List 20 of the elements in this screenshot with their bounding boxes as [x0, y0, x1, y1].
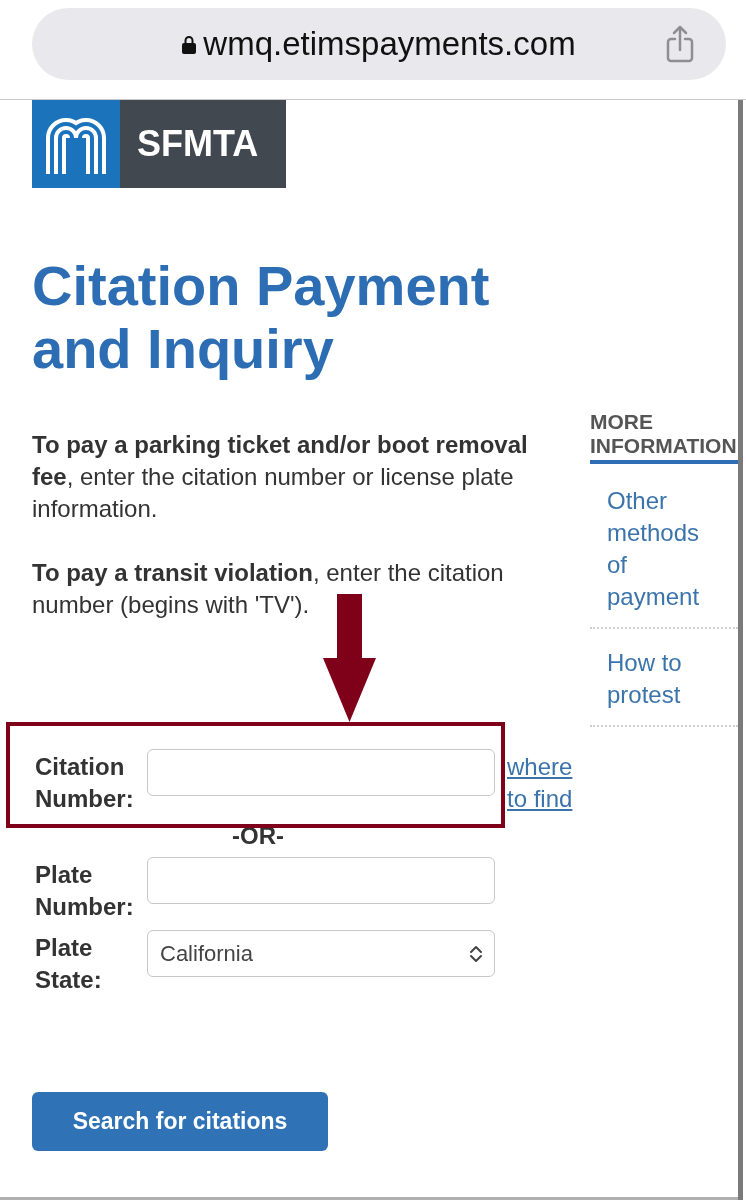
- logo-symbol-icon: [32, 100, 120, 188]
- url-text: wmq.etimspayments.com: [203, 24, 576, 64]
- page-title: Citation Payment and Inquiry: [32, 254, 491, 380]
- text-field[interactable]: [147, 857, 495, 904]
- help-link[interactable]: where to find: [507, 749, 577, 815]
- field-label: Plate Number:: [35, 860, 135, 922]
- intro-paragraph: To pay a parking ticket and/or boot removal fee, enter the citation number or license plate information.: [32, 430, 529, 524]
- search-button[interactable]: Search for citations: [32, 1092, 328, 1151]
- field-label: Citation Number:: [35, 752, 135, 814]
- sidebar-link[interactable]: Other methods of payment: [607, 485, 717, 613]
- chevron-up-down-icon: [469, 943, 483, 964]
- logo-wordmark: SFMTA: [120, 100, 286, 188]
- share-icon[interactable]: [665, 25, 695, 63]
- field-label: Plate State:: [35, 933, 103, 995]
- lock-icon: [182, 34, 197, 54]
- state-select[interactable]: California: [147, 930, 495, 977]
- text-field[interactable]: [147, 749, 495, 796]
- address-bar[interactable]: wmq.etimspayments.com: [32, 8, 726, 80]
- sidebar-link[interactable]: How to protest: [607, 647, 717, 711]
- intro-paragraph: To pay a transit violation, enter the citation number (begins with 'TV').: [32, 558, 505, 620]
